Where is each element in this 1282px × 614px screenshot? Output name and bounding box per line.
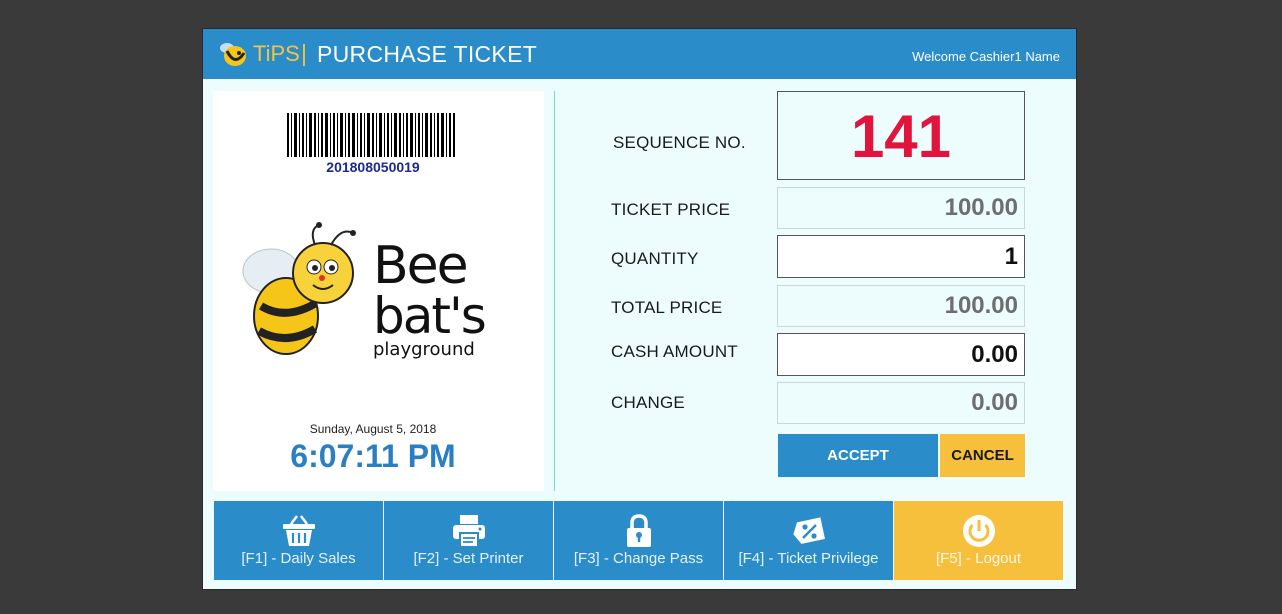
current-date: Sunday, August 5, 2018: [309, 422, 437, 436]
ticket-price-field: 100.00: [777, 187, 1025, 229]
title-separator: |: [301, 40, 307, 66]
change-field: 0.00: [777, 382, 1025, 424]
lock-icon: [627, 514, 651, 547]
printer-icon: [453, 515, 485, 548]
change-pass-label: [F3] - Change Pass: [573, 550, 704, 567]
current-time: 6:07:11 PM: [290, 438, 456, 474]
daily-sales-button[interactable]: [F1] - Daily Sales: [214, 501, 383, 580]
app-name: TiPS: [253, 41, 300, 66]
power-icon: [963, 515, 995, 547]
bee-logo-icon: [220, 43, 246, 66]
set-printer-button[interactable]: [F2] - Set Printer: [384, 501, 553, 580]
purchase-ticket-window: TiPS | PURCHASE TICKET Welcome Cashier1 …: [202, 28, 1077, 590]
ticket-preview: 201808050019 Bee bat's playground Sunday…: [213, 91, 544, 491]
sequence-label: SEQUENCE NO.: [613, 133, 746, 152]
total-price-field: 100.00: [777, 285, 1025, 327]
set-printer-label: [F2] - Set Printer: [413, 550, 524, 567]
page-title: PURCHASE TICKET: [317, 41, 538, 67]
cash-amount-input[interactable]: 0.00: [777, 333, 1025, 376]
sequence-number-display: 141: [777, 91, 1025, 180]
barcode-image: [287, 113, 455, 157]
cash-amount-label: CASH AMOUNT: [611, 342, 738, 361]
cancel-button[interactable]: CANCEL: [940, 434, 1025, 477]
svg-text:playground: playground: [373, 339, 475, 360]
change-label: CHANGE: [611, 393, 685, 412]
quantity-label: QUANTITY: [611, 249, 699, 268]
logout-button[interactable]: [F5] - Logout: [894, 501, 1063, 580]
ticket-price-label: TICKET PRICE: [611, 200, 731, 219]
welcome-text: Welcome Cashier1 Name: [912, 49, 1060, 64]
title-bar: TiPS | PURCHASE TICKET Welcome Cashier1 …: [203, 29, 1076, 79]
discount-tag-icon: [793, 517, 825, 544]
logout-label: [F5] - Logout: [935, 550, 1022, 567]
barcode-number: 201808050019: [326, 159, 420, 175]
quantity-input[interactable]: 1: [777, 235, 1025, 278]
ticket-privilege-label: [F4] - Ticket Privilege: [738, 550, 879, 567]
basket-icon: [283, 515, 315, 546]
daily-sales-label: [F1] - Daily Sales: [241, 550, 356, 567]
svg-text:bat's: bat's: [373, 287, 485, 345]
ticket-privilege-button[interactable]: [F4] - Ticket Privilege: [724, 501, 893, 580]
total-price-label: TOTAL PRICE: [611, 298, 723, 317]
panel-divider: [554, 91, 555, 491]
beebats-brand-logo: Bee bat's playground: [242, 222, 487, 360]
change-pass-button[interactable]: [F3] - Change Pass: [554, 501, 723, 580]
accept-button[interactable]: ACCEPT: [778, 434, 938, 477]
